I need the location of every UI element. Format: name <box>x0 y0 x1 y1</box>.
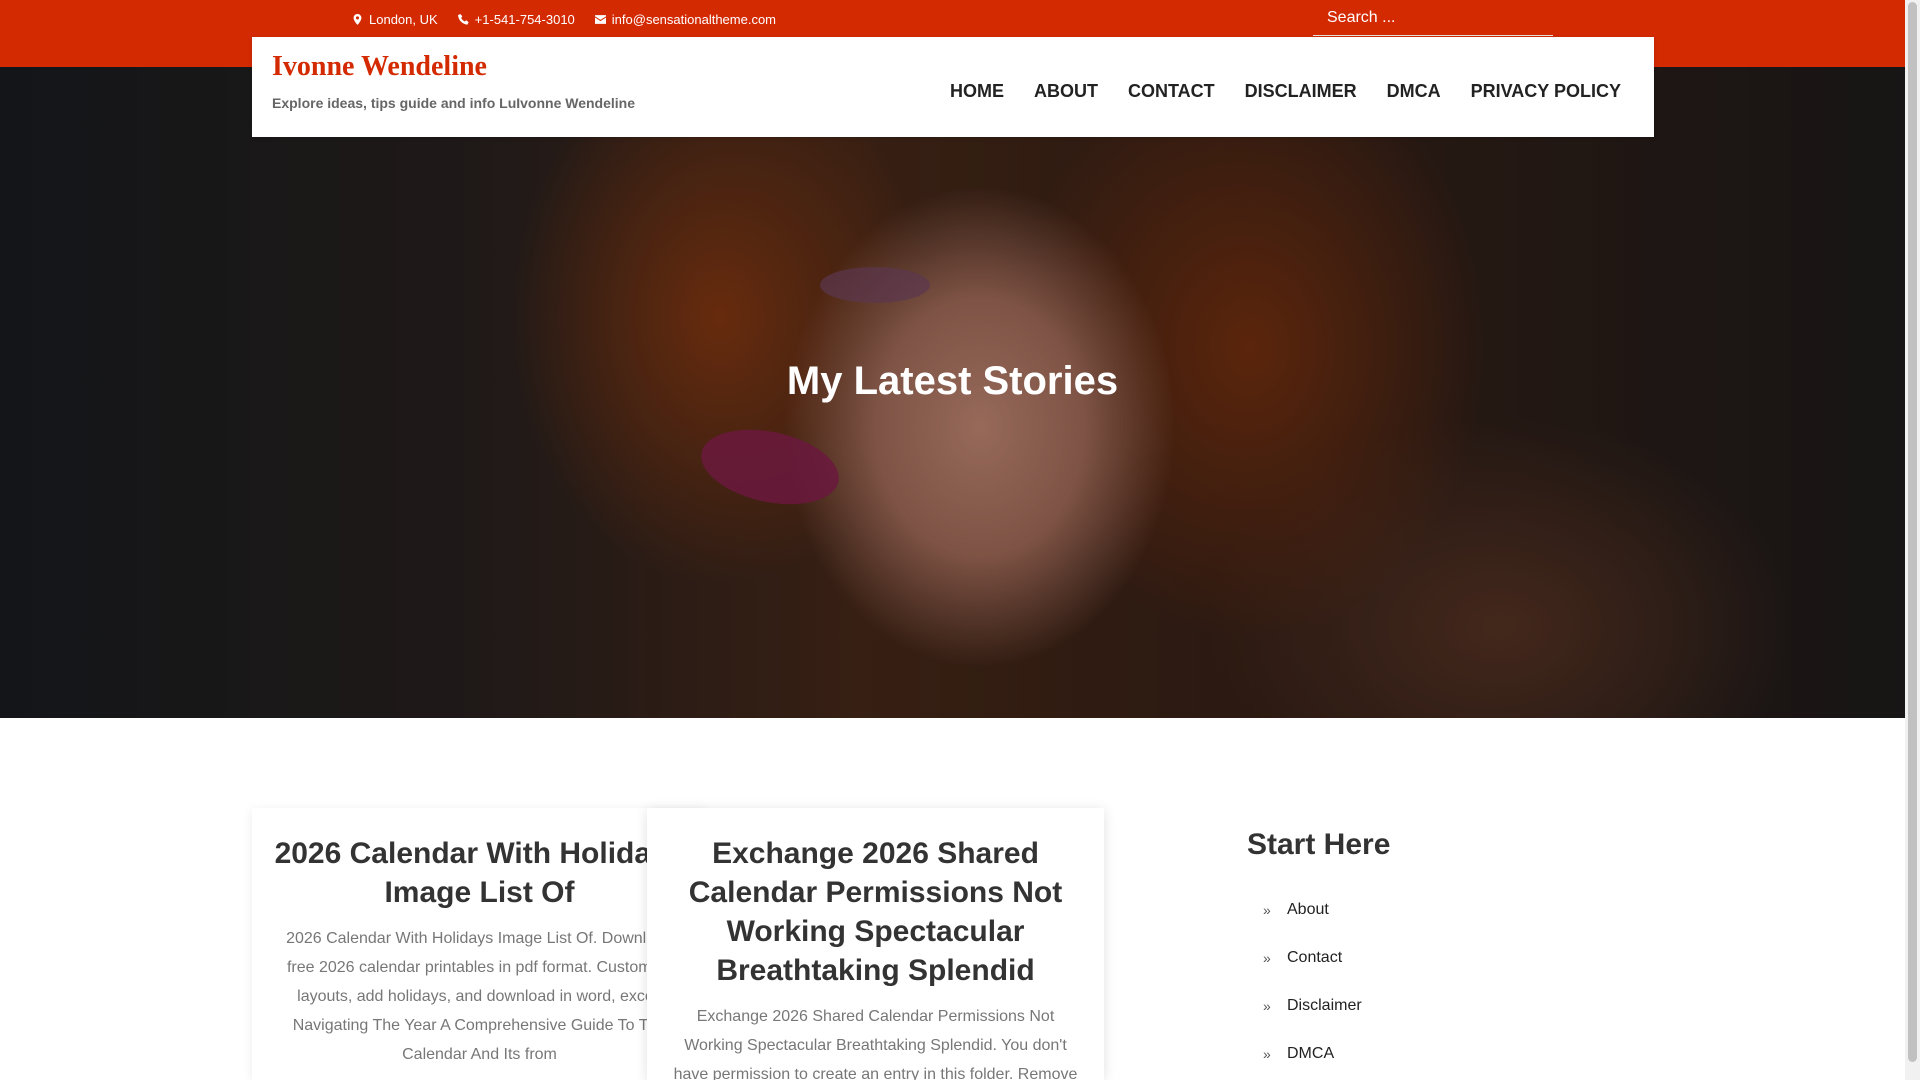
map-marker-icon <box>353 14 362 25</box>
sidebar-link[interactable]: Contact <box>1287 949 1342 967</box>
phone-text[interactable]: +1-541-754-3010 <box>475 12 575 27</box>
site-tagline: Explore ideas, tips guide and info LuIvo… <box>272 95 636 111</box>
sidebar-link[interactable]: DMCA <box>1287 1045 1334 1063</box>
post-excerpt: 2026 Calendar With Holidays Image List O… <box>286 930 673 1063</box>
hero-title: My Latest Stories <box>786 359 1119 403</box>
contact-phone[interactable]: +1-541-754-3010 <box>457 12 575 27</box>
contact-info: London, UK +1-541-754-3010 info@sensatio… <box>352 12 776 27</box>
sidebar-heading: Start Here <box>1247 828 1391 861</box>
sidebar-link[interactable]: Disclaimer <box>1287 997 1362 1015</box>
location-text: London, UK <box>369 12 438 27</box>
sidebar-item-about[interactable]: » About <box>1247 886 1667 934</box>
site-header: Ivonne Wendeline Explore ideas, tips gui… <box>252 37 1654 137</box>
email-text[interactable]: info@sensationaltheme.com <box>612 12 776 27</box>
post-title[interactable]: Exchange 2026 Shared Calendar Permission… <box>647 808 1104 990</box>
envelope-icon <box>594 15 606 24</box>
contact-email[interactable]: info@sensationaltheme.com <box>594 12 776 27</box>
post-card: 2026 Calendar With Holidays Image List O… <box>252 808 707 1080</box>
site-title[interactable]: Ivonne Wendeline <box>272 51 487 83</box>
search-input[interactable] <box>1313 0 1553 36</box>
sidebar-item-contact[interactable]: » Contact <box>1247 934 1667 982</box>
page-scrollbar[interactable] <box>1905 0 1920 1080</box>
nav-privacy-policy[interactable]: PRIVACY POLICY <box>1456 81 1636 102</box>
sidebar-link-list: » About » Contact » Disclaimer » DMCA <box>1247 886 1667 1078</box>
nav-home[interactable]: HOME <box>935 81 1019 102</box>
sidebar: Start Here » About » Contact » Disclaimer »… <box>1247 828 1667 1078</box>
nav-dmca[interactable]: DMCA <box>1372 81 1456 102</box>
sidebar-item-dmca[interactable]: » DMCA <box>1247 1030 1667 1078</box>
nav-contact[interactable]: CONTACT <box>1113 81 1230 102</box>
chevron-right-icon: » <box>1263 998 1271 1014</box>
post-excerpt: Exchange 2026 Shared Calendar Permission… <box>673 1008 1078 1080</box>
post-card: Exchange 2026 Shared Calendar Permission… <box>647 808 1104 1080</box>
hero-banner: My Latest Stories <box>0 67 1905 718</box>
phone-icon <box>457 14 469 25</box>
nav-disclaimer[interactable]: DISCLAIMER <box>1230 81 1372 102</box>
contact-location: London, UK <box>352 12 438 27</box>
chevron-right-icon: » <box>1263 902 1271 918</box>
chevron-right-icon: » <box>1263 1046 1271 1062</box>
nav-about[interactable]: ABOUT <box>1019 81 1113 102</box>
chevron-right-icon: » <box>1263 950 1271 966</box>
main-nav: HOME ABOUT CONTACT DISCLAIMER DMCA PRIVA… <box>935 81 1636 102</box>
sidebar-link[interactable]: About <box>1287 901 1329 919</box>
post-title[interactable]: 2026 Calendar With Holidays Image List O… <box>252 808 707 912</box>
scrollbar-thumb[interactable] <box>1908 2 1917 1062</box>
sidebar-item-disclaimer[interactable]: » Disclaimer <box>1247 982 1667 1030</box>
